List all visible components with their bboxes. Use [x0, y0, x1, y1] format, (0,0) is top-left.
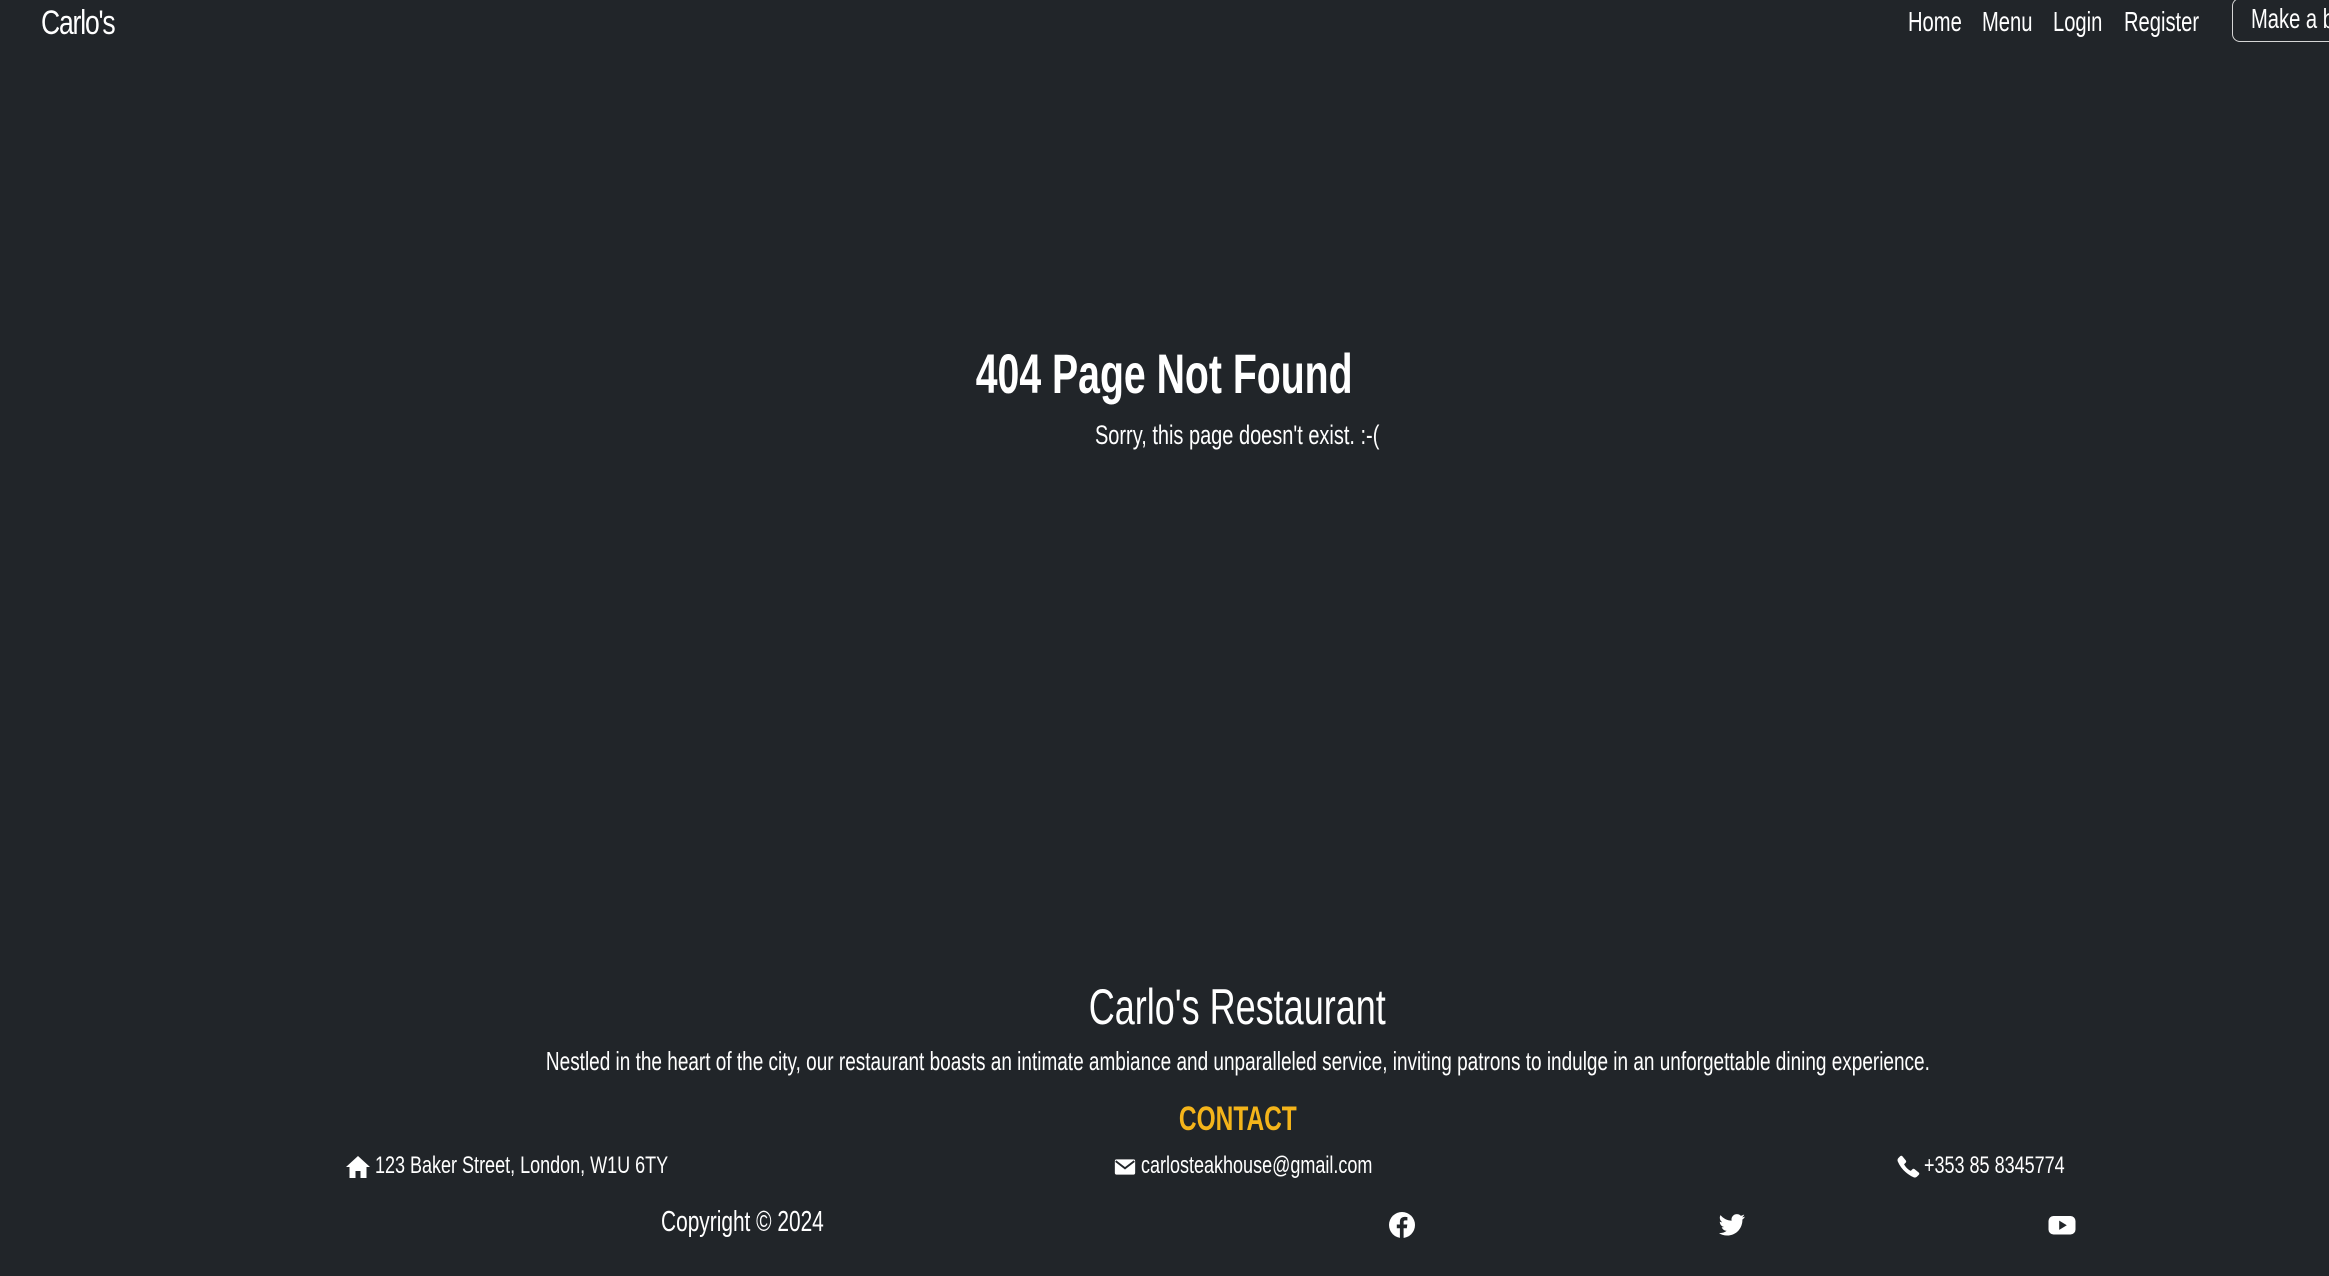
contact-address-text: 123 Baker Street, London, W1U 6TY [375, 1152, 669, 1179]
nav-home-link[interactable]: Home [1908, 6, 1962, 38]
youtube-icon[interactable] [2048, 1211, 2076, 1239]
brand-link[interactable]: Carlo's [41, 4, 116, 43]
page-title-text: 404 Page Not Found [976, 342, 1353, 405]
phone-icon [1897, 1155, 1920, 1178]
home-icon [346, 1156, 370, 1178]
envelope-icon [1114, 1159, 1136, 1175]
footer-description-text: Nestled in the heart of the city, our re… [545, 1046, 1930, 1076]
make-booking-label: Make a booking [2251, 3, 2329, 34]
page-subtitle: Sorry, this page doesn't exist. :-( [0, 420, 2329, 451]
facebook-icon[interactable] [1388, 1211, 1416, 1239]
footer-title-text: Carlo's Restaurant [1089, 979, 1386, 1035]
nav-menu-link[interactable]: Menu [1982, 6, 2032, 38]
page-title: 404 Page Not Found [0, 341, 2329, 406]
make-booking-button[interactable]: Make a booking [2232, 0, 2329, 42]
page-subtitle-text: Sorry, this page doesn't exist. :-( [1095, 420, 1380, 450]
contact-heading: CONTACT [0, 1100, 2329, 1139]
contact-email-text[interactable]: carlosteakhouse@gmail.com [1141, 1152, 1372, 1180]
contact-heading-text: CONTACT [1178, 1100, 1297, 1138]
footer-title: Carlo's Restaurant [0, 978, 2329, 1036]
copyright: Copyright © 2024 [661, 1206, 824, 1238]
nav-register-link[interactable]: Register [2124, 6, 2199, 38]
navbar: Carlo's Home Menu Login Register Make a … [0, 0, 2329, 46]
twitter-icon[interactable] [1718, 1211, 1746, 1239]
contact-phone-text[interactable]: +353 85 8345774 [1924, 1152, 2065, 1180]
footer-description: Nestled in the heart of the city, our re… [0, 1046, 2329, 1077]
nav-login-link[interactable]: Login [2053, 6, 2102, 38]
